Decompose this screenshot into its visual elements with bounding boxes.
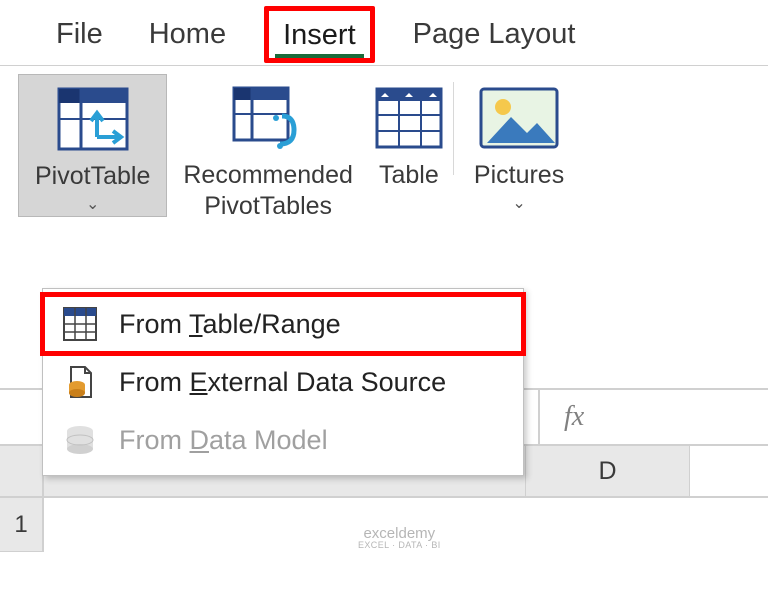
tab-page-layout[interactable]: Page Layout: [405, 12, 584, 57]
row-header-1[interactable]: 1: [0, 498, 44, 552]
table-button[interactable]: Table: [369, 74, 449, 223]
recommended-label: Recommended PivotTables: [183, 160, 353, 223]
table-range-icon: [63, 307, 97, 341]
tab-insert[interactable]: Insert: [275, 13, 364, 58]
pictures-icon: [479, 78, 559, 158]
pictures-label: Pictures: [474, 160, 564, 191]
col-header-d[interactable]: D: [526, 446, 690, 496]
tab-home[interactable]: Home: [141, 12, 234, 57]
chevron-down-icon: ⌄: [86, 194, 99, 214]
select-all-corner[interactable]: [0, 446, 44, 496]
pivottable-icon: [57, 79, 129, 159]
external-data-icon: [63, 365, 97, 399]
recommended-pivottables-icon: [232, 78, 304, 158]
watermark: exceldemy EXCEL · DATA · BI: [358, 526, 441, 550]
pivottable-label: PivotTable: [35, 161, 150, 192]
menu-label: From External Data Source: [119, 367, 446, 398]
ribbon-group-tables: PivotTable ⌄ Recommended PivotTable: [0, 74, 449, 225]
menu-from-external-data-source[interactable]: From External Data Source: [43, 353, 523, 411]
pictures-button[interactable]: Pictures ⌄: [468, 74, 570, 215]
ribbon-tabs: File Home Insert Page Layout: [0, 0, 768, 65]
ribbon: PivotTable ⌄ Recommended PivotTable: [0, 65, 768, 229]
data-model-icon: [63, 423, 97, 457]
fx-icon: fx: [564, 401, 584, 433]
recommended-pivottables-button[interactable]: Recommended PivotTables: [177, 74, 359, 225]
highlight-tab-insert: Insert: [264, 6, 375, 63]
pivottable-button[interactable]: PivotTable ⌄: [18, 74, 167, 217]
table-icon: [375, 78, 443, 158]
chevron-down-icon: ⌄: [512, 193, 525, 213]
menu-label: From Table/Range: [119, 309, 341, 340]
menu-from-table-range[interactable]: From Table/Range: [43, 295, 523, 353]
menu-label: From Data Model: [119, 425, 328, 456]
fx-button-zone[interactable]: fx: [538, 390, 748, 444]
pivottable-dropdown-menu: From Table/Range From External Data Sour…: [42, 288, 524, 476]
row-area: 1: [0, 498, 768, 602]
menu-from-data-model: From Data Model: [43, 411, 523, 469]
table-label: Table: [379, 160, 439, 191]
ribbon-group-illustrations: Pictures ⌄: [458, 74, 570, 215]
tab-file[interactable]: File: [48, 12, 111, 57]
